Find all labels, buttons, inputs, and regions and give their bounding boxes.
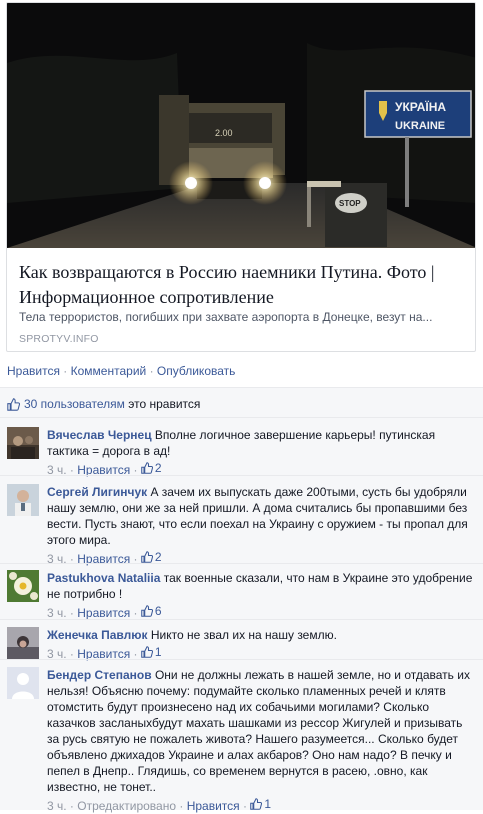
avatar[interactable] [7,427,39,459]
comment-like-count[interactable]: 6 [141,603,162,619]
comment-like-count[interactable]: 2 [141,460,162,476]
divider [0,417,483,418]
thumbs-up-icon [7,397,20,411]
comment-text: Никто не звал их на нашу землю. [150,628,337,642]
comment-text: Они не должны лежать в нашей земле, но и… [47,668,470,794]
avatar[interactable] [7,667,39,699]
svg-text:УКРАЇНА: УКРАЇНА [395,99,446,114]
default-avatar-icon [7,667,39,699]
comment-like-count[interactable]: 1 [141,644,162,660]
thumbs-up-icon [250,798,263,810]
separator-dot: · [63,364,68,378]
comment-author[interactable]: Вячеслав Чернец [47,428,152,442]
comment-author[interactable]: Pastukhova Nataliia [47,571,160,585]
likers-link[interactable]: 30 пользователям [24,397,125,411]
comment-author[interactable]: Сергей Лигинчук [47,485,147,499]
avatar[interactable] [7,627,39,659]
comment-author[interactable]: Бендер Степанов [47,668,152,682]
separator-dot: · [149,364,154,378]
comment-meta: 3 ч. · Отредактировано · Нравится · 1 [47,797,271,813]
post-photo-illustration: 2.00 УКРАЇНА UKRAINE STOP [7,3,475,248]
thumbs-up-icon [141,551,153,563]
comment-like-link[interactable]: Нравится [187,799,240,813]
thumbs-up-icon [141,605,153,617]
comment-edited[interactable]: Отредактировано [77,799,176,813]
link-description: Тела террористов, погибших при захвате а… [19,310,433,324]
post-actions: Нравится · Комментарий · Опубликовать [7,364,235,378]
like-link[interactable]: Нравится [7,364,60,378]
avatar[interactable] [7,484,39,516]
divider [0,619,483,620]
shared-link-card[interactable]: 2.00 УКРАЇНА UKRAINE STOP Как возвращают… [6,2,476,352]
comments-section: 30 пользователям это нравится Вячеслав Ч… [0,387,483,813]
comment-time[interactable]: 3 ч. [47,799,67,813]
comment-link[interactable]: Комментарий [71,364,147,378]
svg-text:2.00: 2.00 [215,128,233,138]
comment-author[interactable]: Женечка Павлюк [47,628,148,642]
divider [0,659,483,660]
comment-meta: 3 ч. · Нравится · 2 [47,550,162,566]
likes-summary: 30 пользователям это нравится [7,397,200,411]
comment-like-link[interactable]: Нравится [77,606,130,620]
avatar-photo-icon [7,570,39,602]
svg-text:UKRAINE: UKRAINE [395,120,445,132]
comment-time[interactable]: 3 ч. [47,606,67,620]
thumbs-up-icon [141,462,153,474]
likes-suffix: это нравится [128,397,201,411]
avatar[interactable] [7,570,39,602]
svg-text:STOP: STOP [339,199,361,208]
stop-booth: STOP [325,183,387,247]
post-photo[interactable]: 2.00 УКРАЇНА UKRAINE STOP [7,3,475,248]
avatar-photo-icon [7,484,39,516]
divider [0,563,483,564]
thumbs-up-icon [141,646,153,658]
avatar-photo-icon [7,427,39,459]
avatar-photo-icon [7,627,39,659]
divider [0,387,483,388]
link-title[interactable]: Как возвращаются в Россию наемники Путин… [19,260,467,310]
share-link[interactable]: Опубликовать [157,364,235,378]
divider [0,475,483,476]
link-source: SPROTYV.INFO [19,333,99,345]
